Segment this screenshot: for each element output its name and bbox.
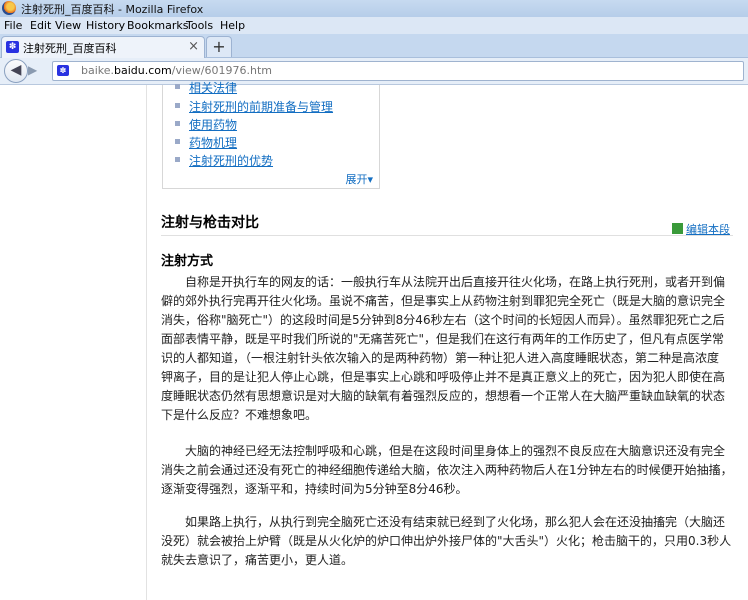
left-divider — [146, 85, 147, 600]
paragraph-1: 自称是开执行车的网友的话：一般执行车从法院开出后直接开往火化场，在路上执行死刑，… — [161, 275, 726, 422]
paragraph-3: 如果路上执行，从执行到完全脑死亡还没有结束就已经到了火化场，那么犯人会在还没抽搐… — [161, 515, 732, 567]
window-title-bar: 注射死刑_百度百科 - Mozilla Firefox — [0, 0, 748, 18]
toc-expand-button[interactable]: 展开▾ — [345, 171, 373, 187]
menu-edit[interactable]: Edit — [30, 19, 51, 32]
menu-help[interactable]: Help — [220, 19, 245, 32]
edit-pencil-icon — [672, 223, 683, 234]
window-title: 注射死刑_百度百科 - Mozilla Firefox — [21, 3, 204, 16]
menu-view[interactable]: View — [55, 19, 81, 32]
section-title: 注射与枪击对比 — [161, 215, 259, 231]
site-identity-icon: ✽ — [57, 65, 69, 76]
new-tab-button[interactable]: + — [206, 36, 232, 57]
close-tab-icon[interactable]: × — [188, 39, 199, 54]
chevron-down-icon: ▾ — [367, 173, 373, 186]
menu-bookmarks[interactable]: Bookmarks — [127, 19, 188, 32]
firefox-logo-icon — [2, 1, 16, 15]
menu-bar: File Edit View History Bookmarks Tools H… — [0, 17, 748, 34]
table-of-contents: 相关法律 注射死刑的前期准备与管理 使用药物 药物机理 注射死刑的优势 展开▾ — [162, 81, 380, 189]
menu-file[interactable]: File — [4, 19, 22, 32]
page-content: 相关法律 注射死刑的前期准备与管理 使用药物 药物机理 注射死刑的优势 展开▾ … — [0, 81, 748, 600]
navigation-bar: ◀ ▶ ✽ baike.baidu.com/view/601976.htm — [0, 58, 748, 85]
menu-tools[interactable]: Tools — [186, 19, 213, 32]
tab-baike[interactable]: ✽ 注射死刑_百度百科 × — [1, 36, 205, 58]
tab-title: 注射死刑_百度百科 — [23, 42, 117, 55]
tab-bar: ✽ 注射死刑_百度百科 × + — [0, 34, 748, 58]
subsection-title: 注射方式 — [161, 254, 214, 269]
section-divider — [161, 235, 733, 236]
baidu-paw-icon: ✽ — [6, 41, 19, 53]
menu-history[interactable]: History — [86, 19, 125, 32]
forward-arrow-icon[interactable]: ▶ — [28, 63, 37, 77]
paragraph-2: 大脑的神经已经无法控制呼吸和心跳，但是在这段时间里身体上的强烈不良反应在大脑意识… — [161, 444, 733, 496]
url-text: baike.baidu.com/view/601976.htm — [81, 64, 272, 77]
back-arrow-icon[interactable]: ◀ — [4, 59, 28, 83]
url-bar[interactable]: ✽ baike.baidu.com/view/601976.htm — [52, 61, 744, 81]
